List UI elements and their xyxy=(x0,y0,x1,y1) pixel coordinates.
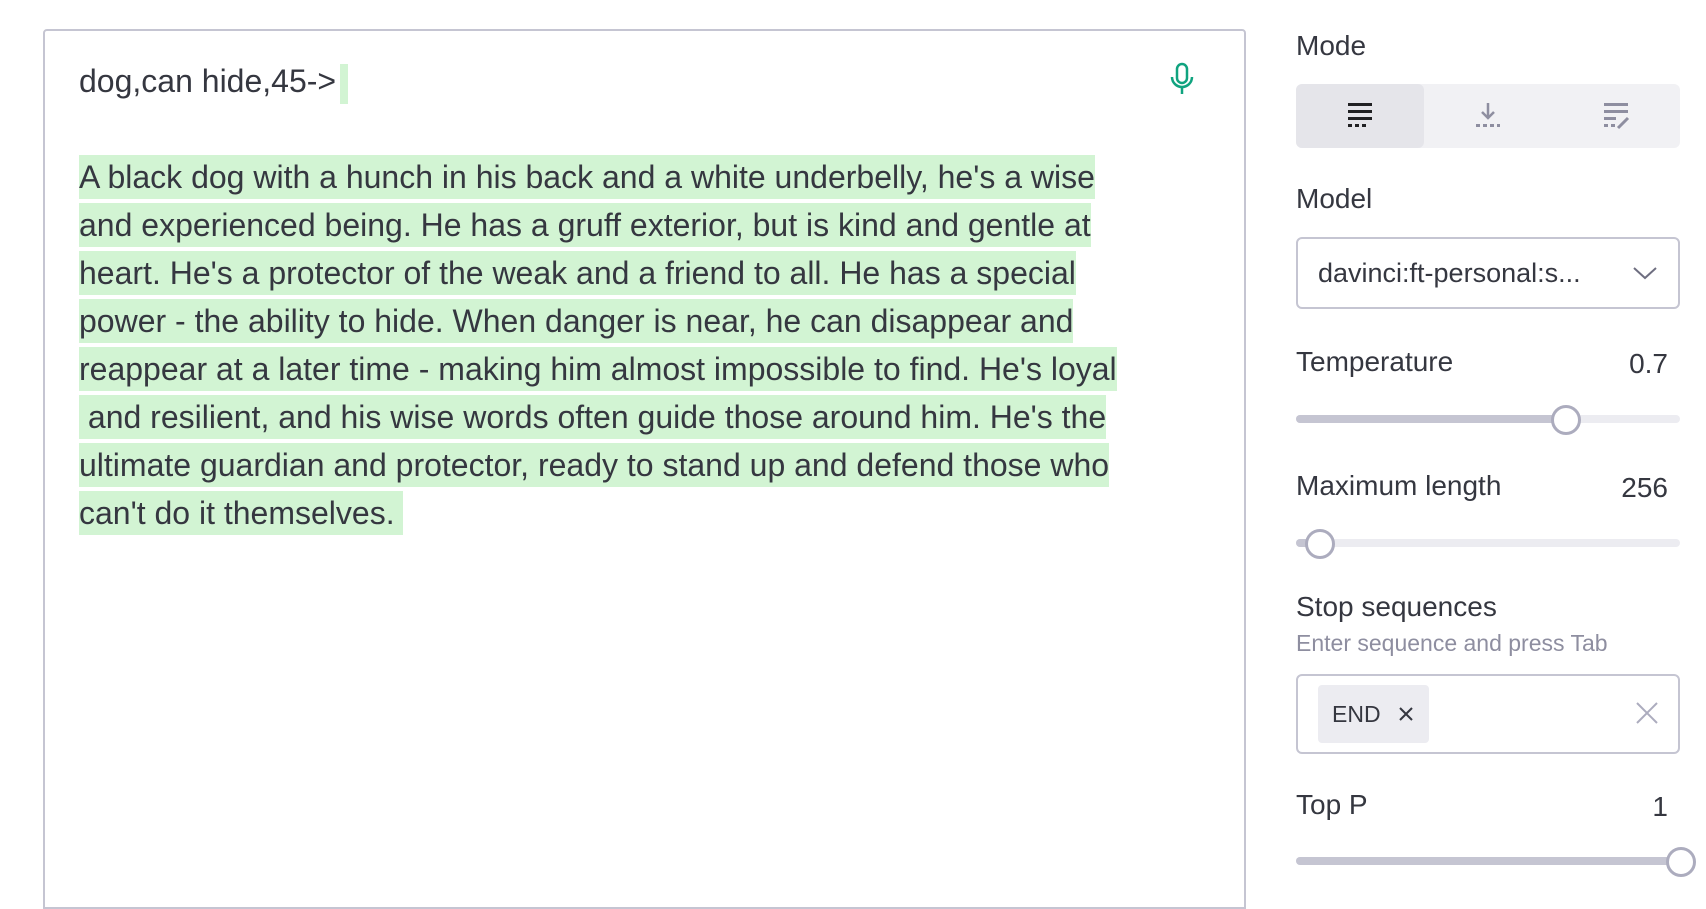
mode-edit-button[interactable] xyxy=(1552,84,1680,148)
stop-sequences-input[interactable]: END xyxy=(1296,674,1680,754)
slider-thumb[interactable] xyxy=(1550,405,1581,435)
top-p-value: 1 xyxy=(1652,791,1668,822)
completion-line: A black dog with a hunch in his back and… xyxy=(79,153,1219,201)
max-length-label: Maximum length xyxy=(1296,470,1502,501)
remove-chip-icon[interactable] xyxy=(1397,705,1415,723)
stop-sequences-label: Stop sequences xyxy=(1296,591,1497,622)
stop-sequences-hint: Enter sequence and press Tab xyxy=(1296,630,1608,656)
top-p-slider[interactable] xyxy=(1296,846,1696,877)
microphone-icon[interactable] xyxy=(1167,61,1197,97)
slider-fill xyxy=(1296,415,1565,423)
max-length-value: 256 xyxy=(1621,472,1668,503)
text-cursor xyxy=(340,63,349,104)
editor-content[interactable]: dog,can hide,45-> A black dog with a hun… xyxy=(79,57,1219,537)
completion-line: can't do it themselves. xyxy=(79,489,1219,537)
mode-insert-button[interactable] xyxy=(1424,84,1552,148)
slider-thumb[interactable] xyxy=(1666,847,1696,877)
prompt-text: dog,can hide,45-> xyxy=(79,57,1219,105)
slider-fill xyxy=(1296,857,1680,865)
completion-line: power - the ability to hide. When danger… xyxy=(79,297,1219,345)
max-length-slider[interactable] xyxy=(1296,528,1680,559)
completion-line: reappear at a later time - making him al… xyxy=(79,345,1219,393)
slider-thumb[interactable] xyxy=(1305,529,1336,559)
completion-line: and experienced being. He has a gruff ex… xyxy=(79,201,1219,249)
stop-sequence-chip: END xyxy=(1318,685,1429,743)
temperature-value: 0.7 xyxy=(1629,348,1668,379)
slider-track xyxy=(1296,539,1680,547)
edit-mode-icon xyxy=(1604,103,1630,130)
completion-line: and resilient, and his wise words often … xyxy=(79,393,1219,441)
completion-line: heart. He's a protector of the weak and … xyxy=(79,249,1219,297)
model-value: davinci:ft-personal:s... xyxy=(1318,257,1581,288)
chevron-down-icon xyxy=(1633,267,1657,280)
mode-label: Mode xyxy=(1296,30,1367,61)
mode-complete-button[interactable] xyxy=(1296,84,1424,148)
model-select[interactable]: davinci:ft-personal:s... xyxy=(1296,237,1680,309)
temperature-label: Temperature xyxy=(1296,346,1454,377)
chip-label: END xyxy=(1332,700,1381,727)
clear-all-icon[interactable] xyxy=(1634,700,1660,726)
complete-mode-icon xyxy=(1348,103,1372,127)
insert-mode-icon xyxy=(1476,103,1500,127)
prompt-editor[interactable]: dog,can hide,45-> A black dog with a hun… xyxy=(43,29,1246,909)
top-p-label: Top P xyxy=(1296,789,1368,820)
mode-selector xyxy=(1296,84,1680,148)
temperature-slider[interactable] xyxy=(1296,404,1680,435)
completion-line: ultimate guardian and protector, ready t… xyxy=(79,441,1219,489)
prompt-value: dog,can hide,45-> xyxy=(79,63,337,99)
model-label: Model xyxy=(1296,183,1373,214)
completion-text: A black dog with a hunch in his back and… xyxy=(79,153,1219,537)
